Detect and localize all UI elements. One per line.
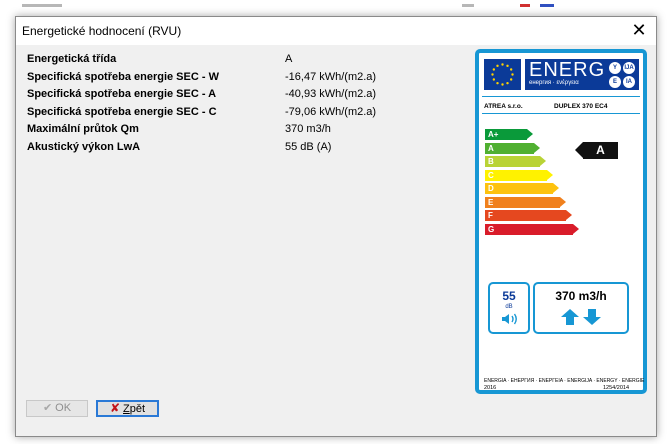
lang-mark: IA xyxy=(623,76,635,88)
property-value: -79,06 kWh/(m2.a) xyxy=(285,105,377,118)
energy-label-title: ENERG xyxy=(529,59,606,81)
energy-class-bar: E xyxy=(485,196,566,208)
noise-panel: 55 dB xyxy=(488,282,530,334)
noise-value: 55 xyxy=(502,289,516,303)
divider xyxy=(482,96,640,97)
energy-class-letter: G xyxy=(488,224,495,234)
label-model: DUPLEX 370 EC4 xyxy=(554,103,608,110)
energy-label-subtitle: енергия · ενέργεια xyxy=(529,80,579,86)
energy-class-arrow-tip xyxy=(527,129,533,139)
energy-class-bar: A xyxy=(485,142,540,154)
lang-mark: Y xyxy=(609,62,621,74)
window-title: Energetické hodnocení (RVU) xyxy=(22,24,182,38)
energy-class-letter: A+ xyxy=(488,130,499,139)
energy-class-bar: C xyxy=(485,169,553,181)
language-marks: Y IJA E IA xyxy=(607,61,637,89)
energy-class-arrow-tip xyxy=(566,210,572,220)
eu-flag-icon xyxy=(484,59,521,90)
energy-class-letter: A xyxy=(488,143,494,153)
property-name: Specifická spotřeba energie SEC - C xyxy=(27,105,217,118)
divider xyxy=(482,113,640,114)
back-button-accelerator: Z xyxy=(123,403,130,415)
cancel-x-icon: ✘ xyxy=(109,401,121,415)
energy-class-arrow-tip xyxy=(572,223,579,234)
property-value: -16,47 kWh/(m2.a) xyxy=(285,70,377,83)
energy-rating-dialog: Energetické hodnocení (RVU) ✕ Energetick… xyxy=(15,16,657,437)
energy-class-arrow-tip xyxy=(553,183,559,193)
energy-label: ENERG енергия · ενέργεια Y IJA E IA ATRE… xyxy=(475,49,647,394)
property-name: Akustický výkon LwA xyxy=(27,140,141,153)
energy-class-letter: F xyxy=(488,211,493,220)
energy-class-arrow-tip xyxy=(533,142,540,153)
label-footer-year: 2016 xyxy=(484,385,497,391)
lang-mark: E xyxy=(609,76,621,88)
label-manufacturer: ATREA s.r.o. xyxy=(484,103,523,110)
property-value: 370 m3/h xyxy=(285,123,331,136)
property-name: Energetická třída xyxy=(27,53,117,65)
property-value: A xyxy=(285,53,293,65)
energy-class-indicator: A xyxy=(575,142,618,159)
energy-class-arrow-tip xyxy=(559,196,566,207)
back-button-label: pět xyxy=(129,403,146,415)
property-name: Specifická spotřeba energie SEC - W xyxy=(27,70,219,83)
airflow-arrows-icon xyxy=(561,309,601,325)
title-bar: Energetické hodnocení (RVU) ✕ xyxy=(16,17,656,45)
ok-button-label: OK xyxy=(55,402,72,414)
label-footer-code: ENERGIA · ЕНЕРГИЯ · ΕΝΕΡΓΕΙΑ · ENERGIJA … xyxy=(484,378,645,384)
energy-class-bar: F xyxy=(485,210,572,221)
label-footer-regulation: 1254/2014 xyxy=(603,385,629,391)
speaker-icon xyxy=(502,313,517,325)
energy-class-arrow-tip xyxy=(540,156,546,166)
back-button[interactable]: ✘ Zpět xyxy=(96,400,159,417)
energy-class-letter: E xyxy=(488,197,494,207)
property-name: Specifická spotřeba energie SEC - A xyxy=(27,88,217,101)
energy-class-bar: G xyxy=(485,223,579,235)
airflow-panel: 370 m3/h xyxy=(533,282,629,334)
noise-unit: dB xyxy=(505,304,513,310)
energy-class-bar: A+ xyxy=(485,129,533,140)
energy-class-arrow-tip xyxy=(546,169,553,180)
energy-class-bar: D xyxy=(485,183,559,194)
checkmark-icon: ✔ xyxy=(42,402,53,414)
ok-button[interactable]: ✔ OK xyxy=(26,400,88,417)
energy-class-letter: D xyxy=(488,184,494,193)
energy-class-letter: B xyxy=(488,157,494,166)
lang-mark: IJA xyxy=(623,62,635,74)
property-value: -40,93 kWh/(m2.a) xyxy=(285,88,377,101)
property-name: Maximální průtok Qm xyxy=(27,123,139,136)
energy-class-letter: C xyxy=(488,170,494,180)
energy-label-header: ENERG енергия · ενέργεια Y IJA E IA xyxy=(525,59,639,90)
background-strip xyxy=(0,0,671,16)
energy-class-bar: B xyxy=(485,156,546,167)
property-value: 55 dB (A) xyxy=(285,140,332,153)
airflow-value: 370 m3/h xyxy=(555,289,607,303)
close-icon[interactable]: ✕ xyxy=(622,17,656,45)
